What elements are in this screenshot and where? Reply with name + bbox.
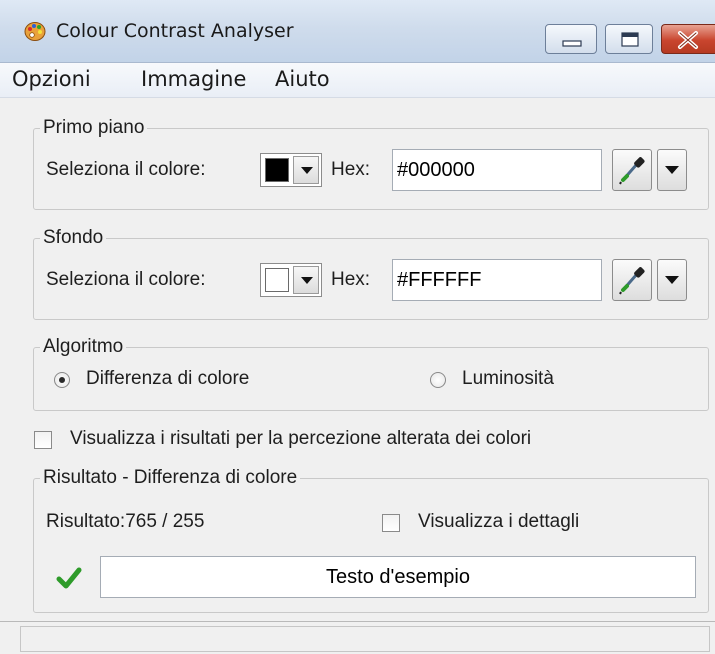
result-value: Risultato:765 / 255 [46, 511, 205, 532]
foreground-group-title: Primo piano [40, 115, 148, 141]
sample-text-preview: Testo d'esempio [100, 556, 696, 598]
background-select-label: Seleziona il colore: [46, 269, 206, 290]
background-hex-label: Hex: [331, 269, 371, 290]
foreground-picker-dropdown[interactable] [657, 149, 687, 191]
palette-icon [24, 20, 46, 42]
minimize-icon [562, 40, 582, 47]
background-picker-dropdown[interactable] [657, 259, 687, 301]
radio-luminosity[interactable] [430, 372, 446, 388]
status-bar [0, 621, 715, 654]
foreground-select-label: Seleziona il colore: [46, 159, 206, 180]
background-group-title: Sfondo [40, 225, 107, 251]
foreground-group: Primo piano Seleziona il colore: Hex: [33, 115, 709, 210]
minimize-button[interactable] [545, 24, 597, 54]
background-hex-input[interactable] [392, 259, 602, 301]
eyedropper-icon [619, 267, 645, 295]
title-bar[interactable]: Colour Contrast Analyser [0, 0, 715, 63]
radio-luminosity-label[interactable]: Luminosità [462, 368, 554, 390]
status-panel [20, 626, 710, 652]
show-details-label[interactable]: Visualizza i dettagli [418, 511, 579, 533]
foreground-hex-label: Hex: [331, 159, 371, 180]
altered-perception-label[interactable]: Visualizza i risultati per la percezione… [70, 428, 531, 450]
radio-color-difference[interactable] [54, 372, 70, 388]
foreground-eyedropper-button[interactable] [612, 149, 652, 191]
background-eyedropper-button[interactable] [612, 259, 652, 301]
menu-bar: Opzioni Immagine Aiuto [0, 63, 715, 98]
foreground-hex-input[interactable] [392, 149, 602, 191]
algorithm-group: Algoritmo Differenza di colore Luminosit… [33, 334, 709, 411]
chevron-down-icon [293, 266, 319, 294]
eyedropper-icon [619, 157, 645, 185]
radio-color-difference-label[interactable]: Differenza di colore [86, 368, 249, 390]
show-details-checkbox[interactable] [382, 514, 400, 532]
result-group-title: Risultato - Differenza di colore [40, 465, 301, 491]
maximize-button[interactable] [605, 24, 653, 54]
checkmark-icon [56, 566, 82, 595]
close-icon [678, 31, 698, 49]
algorithm-group-title: Algoritmo [40, 334, 127, 360]
altered-perception-checkbox[interactable] [34, 431, 52, 449]
close-button[interactable] [661, 24, 715, 54]
window-title: Colour Contrast Analyser [56, 20, 294, 42]
chevron-down-icon [293, 156, 319, 184]
background-group: Sfondo Seleziona il colore: Hex: [33, 225, 709, 320]
foreground-swatch [265, 158, 289, 182]
background-swatch [265, 268, 289, 292]
app-window: Colour Contrast Analyser Opzioni Immagin… [0, 0, 715, 654]
background-color-dropdown[interactable] [260, 263, 322, 297]
menu-immagine[interactable]: Immagine [141, 67, 246, 91]
maximize-icon [621, 32, 639, 47]
foreground-color-dropdown[interactable] [260, 153, 322, 187]
menu-aiuto[interactable]: Aiuto [275, 67, 330, 91]
menu-opzioni[interactable]: Opzioni [12, 67, 91, 91]
